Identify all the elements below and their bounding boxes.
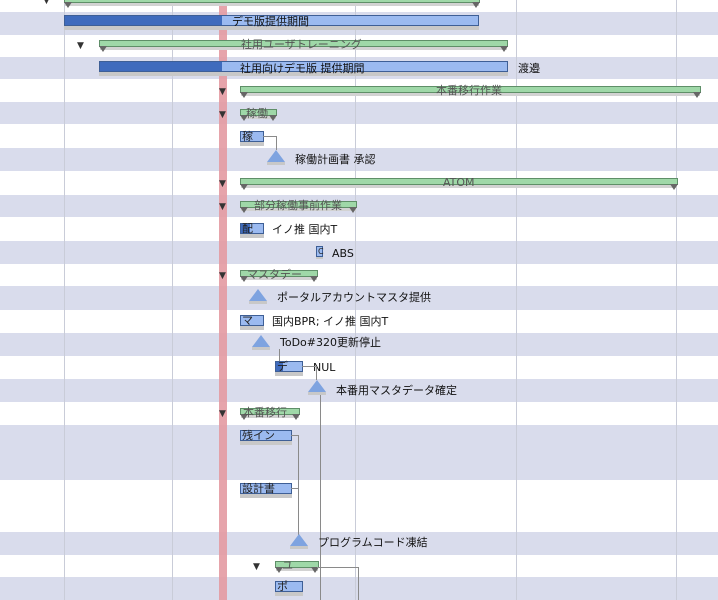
collapse-triangle-icon[interactable]: ▼	[219, 180, 226, 189]
milestone-diamond[interactable]	[308, 380, 326, 392]
row-band	[0, 425, 718, 480]
summary-label: 稼働	[246, 107, 268, 120]
collapse-triangle-icon[interactable]: ▼	[219, 88, 226, 97]
task-label: 設計書	[242, 482, 275, 495]
collapse-triangle-icon[interactable]: ▼	[219, 410, 226, 419]
resource-label: ABS	[332, 247, 354, 260]
task-bar[interactable]: C	[316, 246, 324, 257]
milestone-shadow	[252, 347, 270, 350]
task-bar[interactable]: ポ	[275, 581, 303, 592]
collapse-triangle-icon[interactable]: ▼	[253, 563, 260, 572]
task-bar[interactable]: デ	[275, 361, 303, 372]
grid-line	[64, 0, 65, 600]
summary-label: 社用ユーザトレーニング	[241, 38, 362, 51]
task-label: ポ	[277, 580, 288, 593]
dependency-line	[316, 366, 317, 380]
milestone-label: 稼働計画書 承認	[295, 153, 376, 166]
milestone-diamond[interactable]	[267, 150, 285, 162]
summary-bar[interactable]: 社用ユーザトレーニング	[99, 38, 508, 52]
milestone-diamond[interactable]	[252, 335, 270, 347]
dependency-line	[358, 567, 359, 600]
task-label: マ	[242, 314, 253, 327]
dependency-line	[276, 136, 277, 150]
row-band	[0, 241, 718, 264]
collapse-triangle-icon[interactable]: ▼	[43, 0, 50, 6]
milestone-label: ToDo#320更新停止	[280, 336, 381, 349]
milestone-label: プログラムコード凍結	[318, 536, 428, 549]
milestone-label: ポータルアカウントマスタ提供	[277, 291, 431, 304]
dependency-line	[291, 488, 299, 489]
summary-bar[interactable]: 稼働	[240, 107, 277, 121]
row-band	[0, 102, 718, 124]
summary-bar[interactable]: マスタデー	[240, 268, 318, 282]
summary-bar[interactable]: ATOM	[240, 176, 678, 190]
task-label: 残イン	[242, 429, 275, 442]
summary-bar[interactable]	[64, 0, 480, 8]
task-label: 稼	[242, 130, 253, 143]
grid-line	[172, 0, 173, 600]
dependency-line	[317, 567, 359, 568]
dependency-line	[320, 395, 321, 600]
summary-label: ユ	[282, 559, 293, 572]
task-label: デモ版提供期間	[232, 15, 309, 28]
task-label: デ	[277, 360, 288, 373]
summary-label: マスタデー	[247, 268, 302, 281]
task-bar[interactable]: 残イン	[240, 430, 292, 441]
row-band	[0, 577, 718, 600]
summary-bar[interactable]: ユ	[275, 559, 319, 573]
summary-label: ATOM	[443, 176, 475, 189]
resource-label: イノ推 国内T	[272, 223, 338, 236]
collapse-triangle-icon[interactable]: ▼	[77, 42, 84, 51]
milestone-label: 本番用マスタデータ確定	[336, 384, 457, 397]
task-bar[interactable]: 配	[240, 223, 264, 234]
milestone-shadow	[290, 546, 308, 549]
summary-bar[interactable]: 本番移行	[240, 406, 300, 420]
task-label: 社用向けデモ版 提供期間	[240, 62, 365, 75]
milestone-diamond[interactable]	[290, 534, 308, 546]
resource-label: 国内BPR; イノ推 国内T	[272, 315, 389, 328]
summary-bar[interactable]: 本番移行作業	[240, 84, 701, 98]
dependency-line	[302, 366, 317, 367]
milestone-shadow	[267, 162, 285, 165]
milestone-shadow	[308, 392, 326, 395]
gantt-chart[interactable]: ▼ ▼ ▼ ▼ ▼ ▼ ▼ ▼ ▼ デモ版提供期間 社用ユーザトレーニング 社用…	[0, 0, 718, 600]
dependency-line	[298, 435, 299, 535]
collapse-triangle-icon[interactable]: ▼	[219, 272, 226, 281]
summary-label: 本番移行	[243, 406, 287, 419]
task-label: C	[318, 247, 324, 256]
milestone-shadow	[249, 301, 267, 304]
task-bar[interactable]: 稼	[240, 131, 264, 142]
collapse-triangle-icon[interactable]: ▼	[219, 111, 226, 120]
row-band	[0, 195, 718, 217]
task-bar[interactable]: 設計書	[240, 483, 292, 494]
summary-label: 本番移行作業	[436, 84, 502, 97]
summary-label: 部分稼働事前作業	[254, 199, 342, 212]
task-bar[interactable]: マ	[240, 315, 264, 326]
summary-bar[interactable]: 部分稼働事前作業	[240, 199, 357, 213]
milestone-diamond[interactable]	[249, 289, 267, 301]
resource-label: 渡邉	[518, 62, 540, 75]
collapse-triangle-icon[interactable]: ▼	[219, 203, 226, 212]
dependency-line	[263, 136, 276, 137]
task-label: 配	[242, 222, 253, 235]
